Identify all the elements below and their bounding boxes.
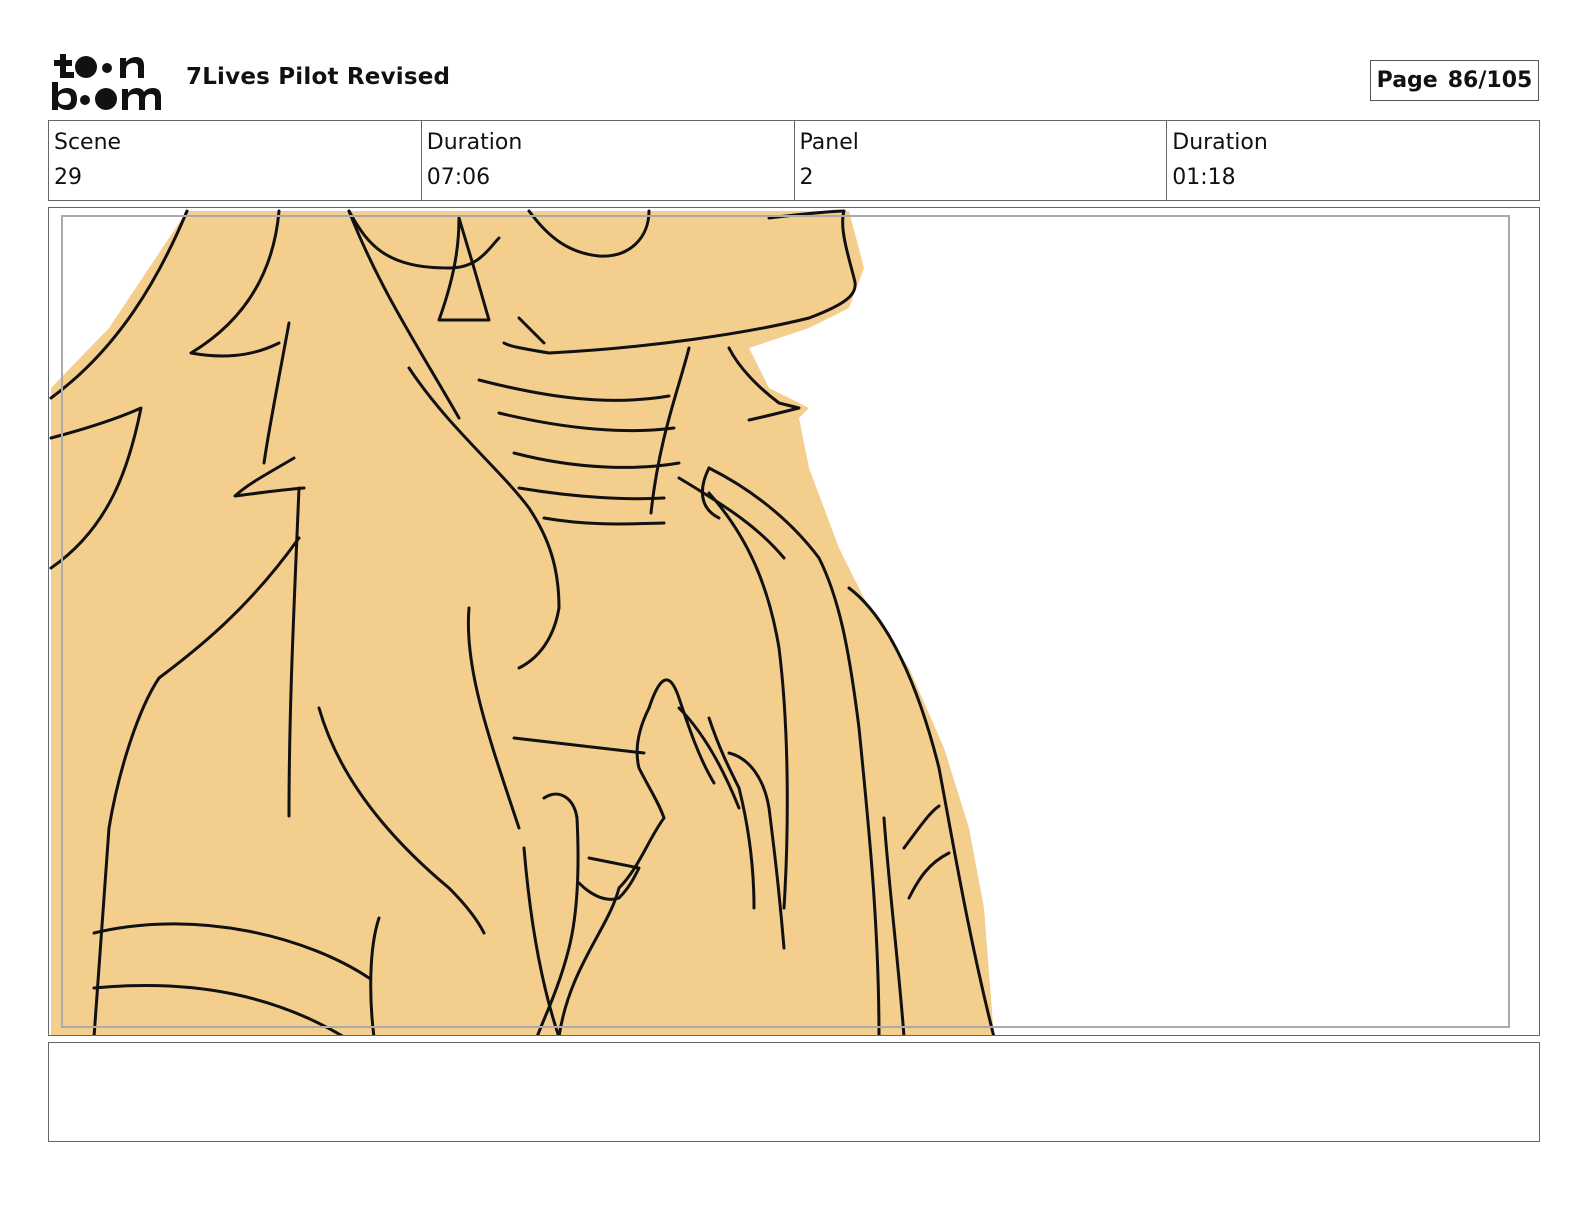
panel-info-table: Scene 29 Duration 07:06 Panel 2 Duration…	[48, 120, 1540, 201]
panel-notes[interactable]	[48, 1042, 1540, 1142]
scene-duration-cell: Duration 07:06	[422, 121, 795, 200]
panel-cell: Panel 2	[795, 121, 1168, 200]
page-indicator: Page 86/105	[1370, 60, 1539, 101]
storyboard-panel	[48, 207, 1540, 1036]
scene-cell: Scene 29	[49, 121, 422, 200]
scene-value: 29	[54, 165, 82, 190]
panel-duration-value: 01:18	[1172, 165, 1236, 190]
project-title: 7Lives Pilot Revised	[186, 64, 451, 90]
character-fill	[51, 211, 994, 1035]
scene-label: Scene	[54, 130, 122, 155]
panel-duration-label: Duration	[1172, 130, 1268, 155]
panel-drawing	[49, 209, 996, 1035]
toon-boom-logo	[52, 54, 161, 110]
scene-duration-value: 07:06	[426, 165, 491, 190]
page-label: Page	[1376, 68, 1438, 93]
page-value: 86/105	[1447, 68, 1533, 93]
panel-value: 2	[799, 165, 814, 190]
panel-label: Panel	[799, 130, 859, 155]
scene-duration-label: Duration	[426, 130, 523, 155]
panel-duration-cell: Duration 01:18	[1167, 121, 1539, 200]
